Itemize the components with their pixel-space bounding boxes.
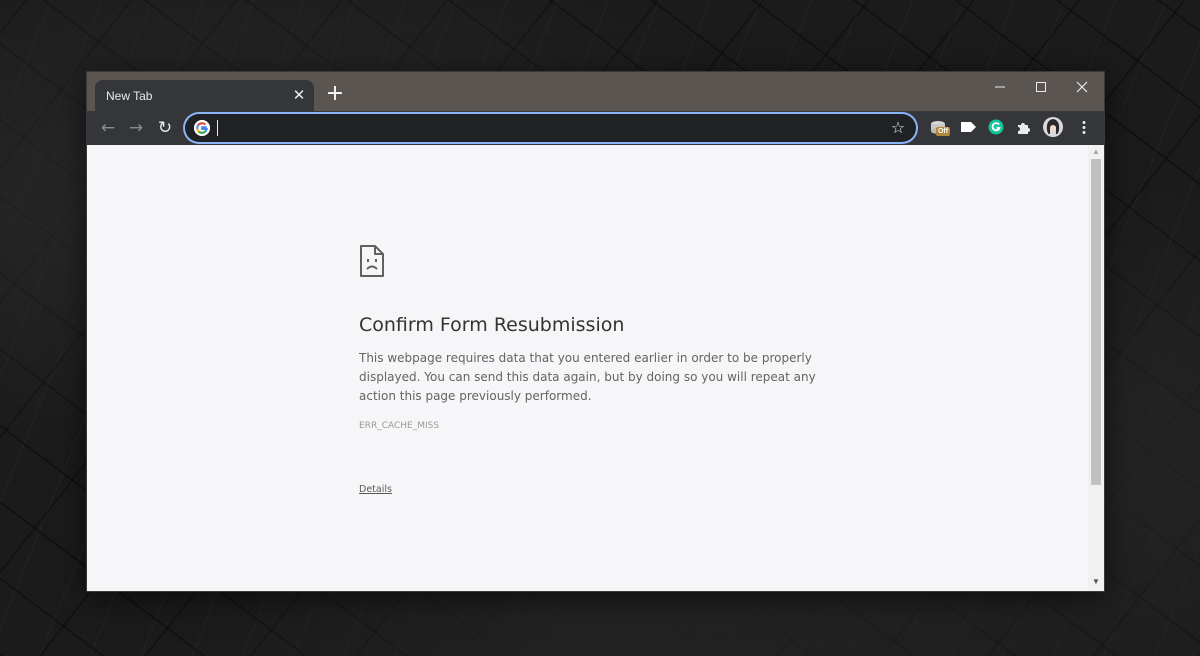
error-code: ERR_CACHE_MISS [359,421,440,431]
address-bar[interactable]: ☆ [185,114,916,142]
omnibox-input[interactable] [221,118,865,140]
sad-document-icon [359,244,385,278]
cookie-extension-icon[interactable]: Off [928,117,950,139]
close-icon[interactable]: ✕ [291,87,307,103]
label-extension-icon[interactable] [958,117,980,139]
scroll-up-arrow-icon[interactable]: ▲ [1092,148,1100,156]
browser-window: New Tab ✕ + ← → ↻ ☆ Off Confirm Form Res… [87,72,1104,591]
off-badge: Off [936,127,950,136]
page-content: Confirm Form Resubmission This webpage r… [87,145,1104,591]
tab-title: New Tab [106,89,153,103]
details-link[interactable]: Details [359,484,392,495]
minimize-icon[interactable] [980,76,1020,98]
maximize-icon[interactable] [1021,76,1061,98]
arrow-right-icon[interactable]: → [125,118,147,138]
profile-avatar[interactable] [1042,117,1064,139]
reload-icon[interactable]: ↻ [154,118,176,138]
arrow-left-icon[interactable]: ← [97,118,119,138]
vertical-scrollbar[interactable]: ▲ ▼ [1088,145,1104,591]
error-title: Confirm Form Resubmission [359,314,625,336]
close-icon[interactable] [1062,76,1102,98]
title-bar: New Tab ✕ + [87,72,1104,111]
text-caret [217,120,218,136]
tab-new-tab[interactable]: New Tab ✕ [95,80,314,111]
toolbar: ← → ↻ ☆ Off [87,111,1104,145]
plus-icon[interactable]: + [325,83,345,105]
star-icon[interactable]: ☆ [888,118,908,138]
error-message: This webpage requires data that you ente… [359,351,816,403]
google-icon [194,120,210,136]
puzzle-extensions-icon[interactable] [1014,117,1036,139]
scrollbar-thumb[interactable] [1091,159,1101,485]
kebab-menu-icon[interactable] [1074,117,1096,139]
scroll-down-arrow-icon[interactable]: ▼ [1092,578,1100,586]
grammarly-icon[interactable] [986,117,1008,139]
